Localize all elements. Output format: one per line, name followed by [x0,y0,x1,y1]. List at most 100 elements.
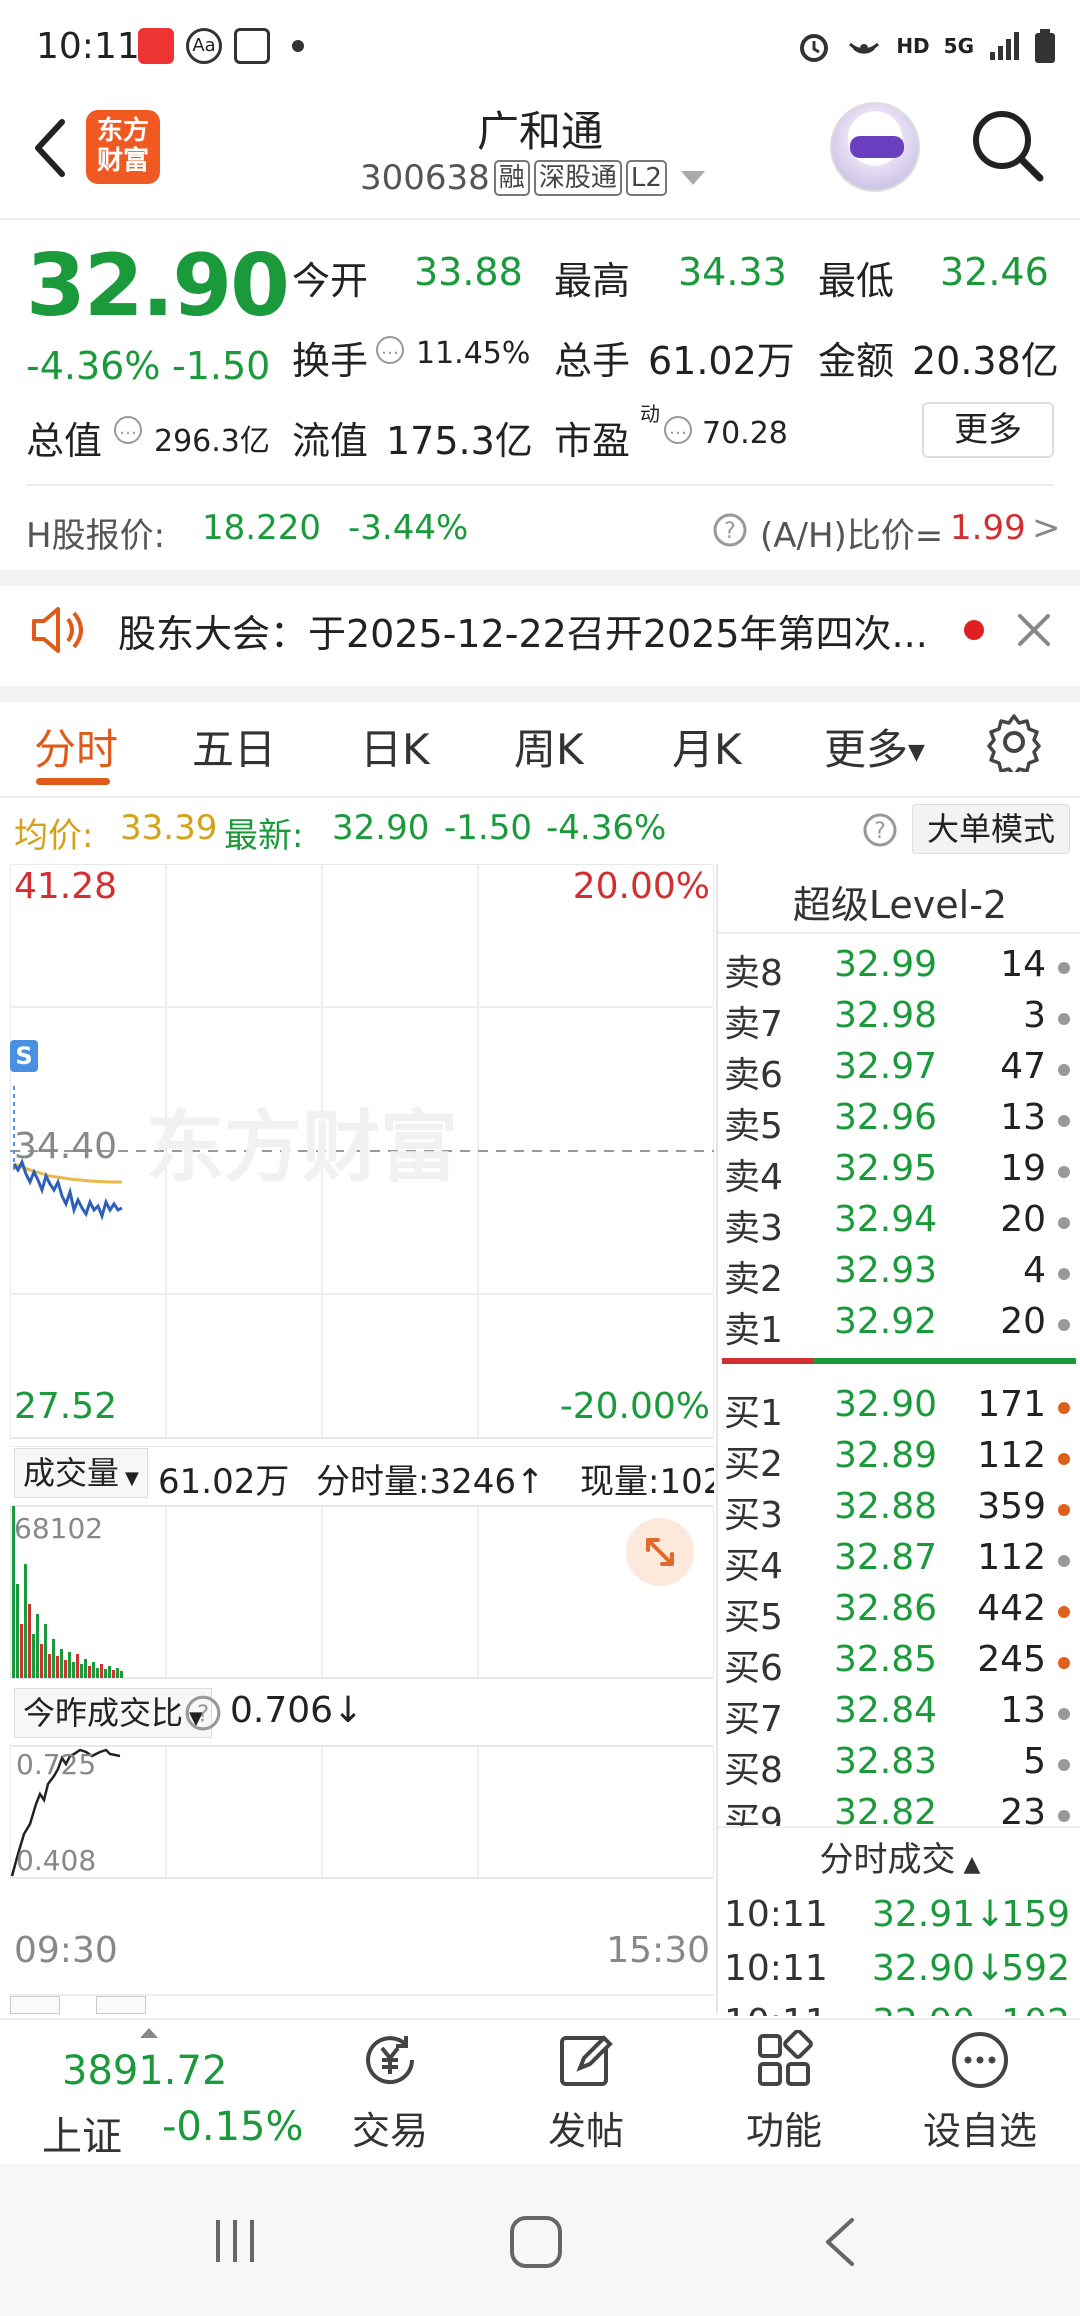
volume-now: 现量:102 [580,1462,714,1502]
bid-row[interactable]: 买4 32.87 112 [724,1537,1074,1587]
recent-apps-icon[interactable] [210,2216,260,2266]
trade-yuan-icon [366,2036,415,2085]
trades-title[interactable]: 分时成交 ▲ [718,1832,1080,1881]
open-label: 今开 [292,259,369,303]
notice-bar[interactable]: 股东大会：于2025-12-22召开2025年第四次... [0,575,1080,685]
stock-code: 300638 [360,158,490,198]
latest-label: 最新: [224,816,304,856]
back-nav-icon[interactable] [820,2216,860,2268]
ask-row[interactable]: 卖8 32.99 14 [724,944,1074,994]
nav-add-watchlist[interactable]: 设自选 [910,2030,1050,2155]
assistant-robot-icon[interactable] [830,102,920,192]
volume-label: 总手 [554,339,631,383]
latest-pct: -4.36% [546,808,667,848]
index-arrow-up-icon [140,2028,158,2038]
more-quote-button[interactable]: 更多 [922,402,1054,458]
bottom-nav: 3891.72 上证 -0.15% 交易 发帖 功能 设自选 [0,2018,1080,2164]
tab-daily-k[interactable]: 日K [360,716,430,777]
tab-more[interactable]: 更多▼ [824,716,925,777]
close-icon[interactable] [1014,610,1054,650]
expand-icon[interactable] [624,1516,696,1588]
ask-row[interactable]: 卖2 32.93 4 [724,1250,1074,1300]
nav-post[interactable]: 发帖 [516,2030,656,2155]
dot-icon [1058,1319,1070,1331]
more-circle-icon [952,2032,1008,2088]
tab-weekly-k[interactable]: 周K [514,716,584,777]
gear-icon[interactable] [984,712,1044,772]
order-book: 超级Level-2 卖8 32.99 14 卖7 32.98 3 卖6 32.97 47 卖… [716,864,1080,2016]
ask-row[interactable]: 卖1 32.92 20 [724,1301,1074,1351]
chevron-down-icon: ▼ [125,1468,139,1489]
ratio-value: 0.706↓ [230,1690,364,1731]
speaker-icon [32,607,83,653]
range-handle-left[interactable] [10,1996,60,2014]
pe-dynamic-sup: 动 [640,402,660,426]
big-order-mode-button[interactable]: 大单模式 [912,804,1070,854]
ah-ratio-value: 1.99 [950,508,1026,548]
dot-icon [1058,1606,1070,1618]
volume-max: 68102 [14,1512,104,1545]
chart-top-pct: 20.00% [572,866,710,907]
dot-icon [1058,1555,1070,1567]
dot-icon [1058,1810,1070,1822]
low-value: 32.46 [940,250,1049,294]
stock-code-line[interactable]: 300638 融 深股通 L2 [360,158,705,198]
svg-text:?: ? [874,819,886,844]
app-notification-icon [138,28,174,64]
dot-icon [1058,1708,1070,1720]
chart-top-price: 41.28 [14,866,118,907]
range-handle-right[interactable] [96,1996,146,2014]
ask-row[interactable]: 卖3 32.94 20 [724,1199,1074,1249]
book-title-divider [718,932,1080,934]
bid-row[interactable]: 买3 32.88 359 [724,1486,1074,1536]
ask-row[interactable]: 卖6 32.97 47 [724,1046,1074,1096]
alarm-icon [800,34,829,62]
mktcap-info-icon[interactable]: … [114,416,142,444]
turnover-value: 11.45% [416,336,531,371]
nav-functions[interactable]: 功能 [714,2029,854,2155]
bid-row[interactable]: 买2 32.89 112 [724,1435,1074,1485]
dot-icon [1058,962,1070,974]
latest-value: 32.90 [332,808,430,848]
order-book-title[interactable]: 超级Level-2 [718,874,1080,929]
tab-intraday[interactable]: 分时 [34,716,118,777]
ask-row[interactable]: 卖4 32.95 19 [724,1148,1074,1198]
tab-monthly-k[interactable]: 月K [672,716,742,777]
s-marker-badge[interactable]: S [10,1040,38,1072]
bid-row[interactable]: 买5 32.86 442 [724,1588,1074,1638]
notice-text: 股东大会：于2025-12-22召开2025年第四次... [118,612,928,656]
ask-row[interactable]: 卖7 32.98 3 [724,995,1074,1045]
bid-row[interactable]: 买1 32.90 171 [724,1384,1074,1434]
section-gap-2 [0,686,1080,702]
volume-value: 61.02万 [648,339,795,383]
dot-icon [1058,1064,1070,1076]
help-icon[interactable]: ? [862,812,898,848]
hshare-price[interactable]: 18.220 [202,508,321,548]
bid-row[interactable]: 买8 32.83 5 [724,1741,1074,1791]
tab-five-day[interactable]: 五日 [192,716,276,777]
turnover-info-icon[interactable]: … [376,336,404,364]
ratio-help-icon[interactable]: ? [184,1694,222,1732]
intraday-chart[interactable]: 东方财富 41.28 20.00% 34.40 27.52 -20.00% S … [9,863,715,2014]
chevron-up-icon: ▲ [963,1852,981,1877]
bid-row[interactable]: 买9 32.82 23 [724,1792,1074,1826]
ratio-indicator-select[interactable]: 今昨成交比 ▼ [14,1688,212,1738]
ah-help-icon[interactable]: ? [712,512,748,548]
hshare-label: H股报价: [26,516,166,556]
search-icon[interactable] [970,108,1046,184]
volume-indicator-select[interactable]: 成交量 ▼ [14,1448,148,1498]
nav-trade[interactable]: 交易 [320,2030,460,2155]
mktcap-value: 296.3亿 [154,424,270,459]
svg-text:?: ? [724,519,736,544]
system-nav-bar [0,2164,1080,2316]
chart-bottom-pct: -20.00% [559,1386,710,1427]
pe-info-icon[interactable]: … [664,416,692,444]
ah-ratio-arrow[interactable]: > [1032,508,1061,548]
latest-change: -1.50 [444,808,532,848]
bid-row[interactable]: 买6 32.85 245 [724,1639,1074,1689]
bid-row[interactable]: 买7 32.84 13 [724,1690,1074,1740]
home-icon[interactable] [508,2214,564,2270]
ask-row[interactable]: 卖5 32.96 13 [724,1097,1074,1147]
ah-ratio-label[interactable]: (A/H)比价= [760,508,943,557]
pe-value: 70.28 [702,416,788,451]
